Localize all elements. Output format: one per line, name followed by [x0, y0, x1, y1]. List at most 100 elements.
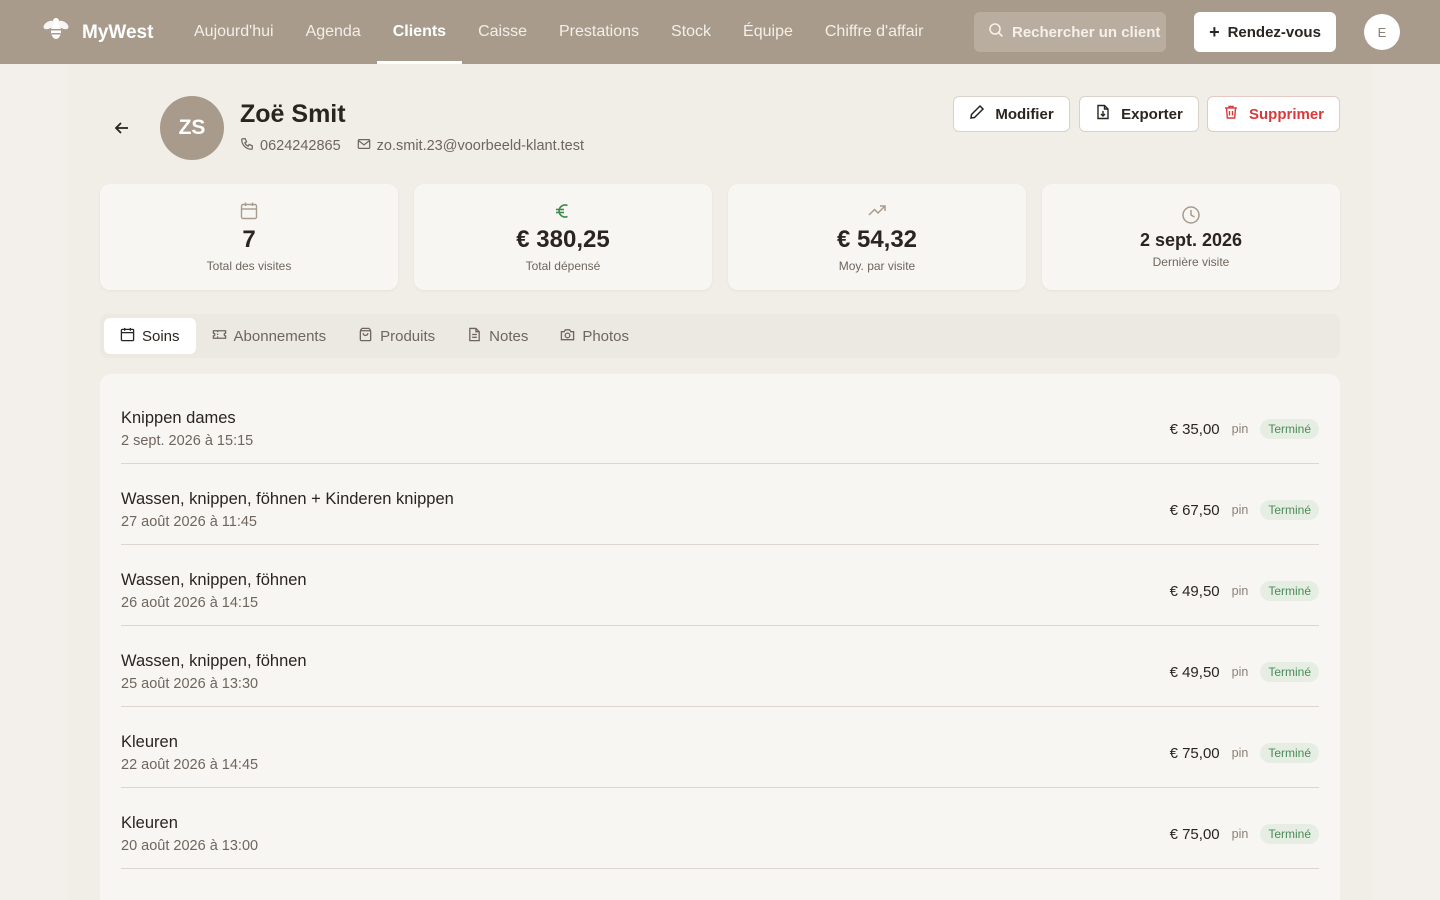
- nav-item-team[interactable]: Équipe: [727, 0, 809, 64]
- brand-name: MyWest: [82, 21, 154, 43]
- client-name: Zoë Smit: [240, 100, 346, 128]
- nav-item-cash-register[interactable]: Caisse: [462, 0, 543, 64]
- client-avatar: ZS: [160, 96, 224, 160]
- treatment-row[interactable]: Wassen, knippen, föhnen 26 août 2026 à 1…: [121, 545, 1319, 626]
- stat-label: Total dépensé: [525, 258, 601, 273]
- treatment-price: € 75,00: [1169, 825, 1220, 843]
- client-contact-info: 0624242865 zo.smit.23@voorbeeld-klant.te…: [240, 137, 584, 155]
- tab-label: Notes: [489, 327, 529, 345]
- bee-logo-icon: [40, 14, 72, 51]
- status-badge: Terminé: [1260, 662, 1319, 682]
- back-arrow-icon[interactable]: [112, 118, 132, 138]
- new-appointment-label: Rendez-vous: [1227, 23, 1321, 41]
- client-phone[interactable]: 0624242865: [240, 137, 341, 155]
- payment-method: pin: [1231, 422, 1249, 436]
- client-email[interactable]: zo.smit.23@voorbeeld-klant.test: [357, 137, 584, 155]
- client-email-text: zo.smit.23@voorbeeld-klant.test: [376, 138, 584, 154]
- treatment-title: Wassen, knippen, föhnen: [121, 571, 307, 589]
- status-badge: Terminé: [1260, 581, 1319, 601]
- nav-item-today[interactable]: Aujourd'hui: [178, 0, 290, 64]
- main-nav: Aujourd'hui Agenda Clients Caisse Presta…: [178, 0, 939, 64]
- document-icon: [467, 327, 482, 346]
- client-tabs: Soins Abonnements Produits Notes Photos: [100, 314, 1340, 358]
- stat-last-visit: 2 sept. 2026 Dernière visite: [1042, 184, 1340, 290]
- treatment-price: € 67,50: [1169, 501, 1220, 519]
- search-icon: [988, 22, 1004, 42]
- payment-method: pin: [1231, 665, 1249, 679]
- client-search-button[interactable]: Rechercher un client: [974, 12, 1166, 52]
- payment-method: pin: [1231, 827, 1249, 841]
- nav-item-agenda[interactable]: Agenda: [290, 0, 377, 64]
- edit-label: Modifier: [995, 105, 1054, 123]
- treatment-row[interactable]: Kleuren 22 août 2026 à 14:45 € 75,00 pin…: [121, 707, 1319, 788]
- payment-method: pin: [1231, 746, 1249, 760]
- stat-total-spent: € 380,25 Total dépensé: [414, 184, 712, 290]
- stat-value: € 380,25: [516, 226, 610, 254]
- calendar-icon: [120, 327, 135, 346]
- stat-total-visits: 7 Total des visites: [100, 184, 398, 290]
- clock-icon: [1181, 205, 1201, 225]
- stat-value: € 54,32: [836, 226, 918, 254]
- treatment-row[interactable]: Knippen dames 2 sept. 2026 à 15:15 € 35,…: [121, 383, 1319, 464]
- treatment-title: Wassen, knippen, föhnen + Kinderen knipp…: [121, 490, 454, 508]
- tab-notes[interactable]: Notes: [451, 318, 544, 354]
- stat-label: Moy. par visite: [838, 258, 916, 273]
- delete-label: Supprimer: [1248, 105, 1324, 123]
- treatment-date: 20 août 2026 à 13:00: [121, 838, 259, 854]
- tab-products[interactable]: Produits: [342, 318, 451, 354]
- tab-subscriptions[interactable]: Abonnements: [196, 318, 343, 354]
- treatment-date: 27 août 2026 à 11:45: [121, 514, 257, 530]
- export-label: Exporter: [1121, 105, 1183, 123]
- nav-item-services[interactable]: Prestations: [543, 0, 655, 64]
- status-badge: Terminé: [1260, 824, 1319, 844]
- new-appointment-button[interactable]: + Rendez-vous: [1194, 12, 1336, 52]
- tab-treatments[interactable]: Soins: [104, 318, 196, 354]
- tab-label: Produits: [380, 327, 436, 345]
- tab-label: Soins: [142, 327, 180, 345]
- treatment-title: Kleuren: [121, 814, 178, 832]
- status-badge: Terminé: [1260, 500, 1319, 520]
- pencil-icon: [969, 104, 985, 124]
- stat-average-per-visit: € 54,32 Moy. par visite: [728, 184, 1026, 290]
- nav-item-stock[interactable]: Stock: [655, 0, 727, 64]
- tab-label: Abonnements: [233, 327, 327, 345]
- treatment-price: € 75,00: [1169, 744, 1220, 762]
- brand[interactable]: MyWest: [40, 14, 153, 51]
- treatment-date: 26 août 2026 à 14:15: [121, 595, 259, 611]
- delete-client-button[interactable]: Supprimer: [1207, 96, 1340, 132]
- edit-client-button[interactable]: Modifier: [953, 96, 1070, 132]
- trash-icon: [1223, 104, 1239, 124]
- treatment-row[interactable]: Wassen, knippen, föhnen 25 août 2026 à 1…: [121, 626, 1319, 707]
- treatment-price: € 49,50: [1169, 663, 1220, 681]
- treatment-title: Kleuren: [121, 733, 178, 751]
- treatment-date: 25 août 2026 à 13:30: [121, 676, 259, 692]
- treatment-title: Knippen dames: [121, 409, 236, 427]
- export-client-button[interactable]: Exporter: [1079, 96, 1199, 132]
- payment-method: pin: [1231, 584, 1249, 598]
- status-badge: Terminé: [1260, 419, 1319, 439]
- file-download-icon: [1095, 104, 1111, 124]
- treatment-price: € 35,00: [1169, 420, 1220, 438]
- status-badge: Terminé: [1260, 743, 1319, 763]
- tab-photos[interactable]: Photos: [544, 318, 645, 354]
- user-avatar[interactable]: E: [1364, 14, 1400, 50]
- treatment-list: Knippen dames 2 sept. 2026 à 15:15 € 35,…: [100, 374, 1340, 900]
- mail-icon: [357, 137, 371, 155]
- stat-label: Total des visites: [206, 258, 292, 273]
- shopping-bag-icon: [358, 327, 373, 346]
- search-label: Rechercher un client: [1012, 23, 1161, 41]
- payment-method: pin: [1231, 503, 1249, 517]
- euro-icon: [553, 201, 573, 221]
- treatment-row[interactable]: Wassen, knippen, föhnen + Kinderen knipp…: [121, 464, 1319, 545]
- stat-value: 7: [242, 226, 256, 254]
- calendar-icon: [239, 201, 259, 221]
- nav-item-clients[interactable]: Clients: [376, 0, 463, 64]
- tab-label: Photos: [582, 327, 630, 345]
- camera-icon: [560, 327, 575, 346]
- plus-icon: +: [1209, 22, 1220, 42]
- trending-up-icon: [867, 201, 887, 221]
- nav-item-revenue[interactable]: Chiffre d'affair: [809, 0, 940, 64]
- client-phone-text: 0624242865: [260, 138, 341, 154]
- treatment-row[interactable]: Kleuren 20 août 2026 à 13:00 € 75,00 pin…: [121, 788, 1319, 869]
- stat-value: 2 sept. 2026: [1139, 229, 1243, 250]
